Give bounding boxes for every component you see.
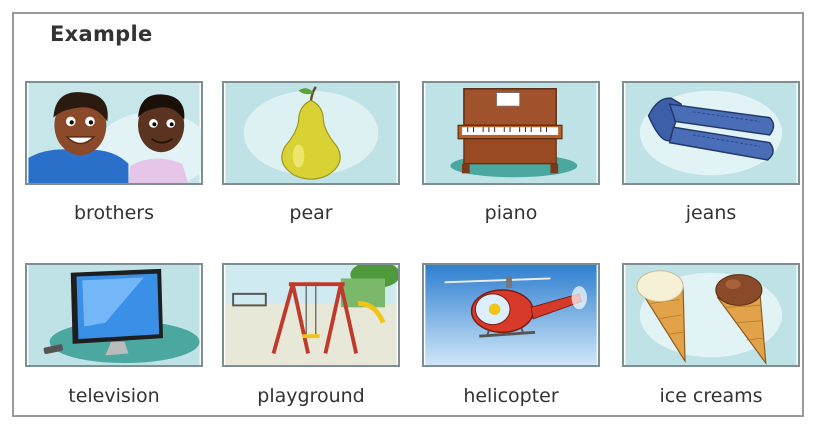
item-label: pear: [289, 202, 333, 224]
playground-picture: [222, 263, 400, 367]
item-label: television: [68, 385, 160, 407]
item-label: helicopter: [463, 385, 559, 407]
jeans-picture: [622, 81, 800, 185]
pear-illustration: [225, 83, 397, 183]
item-label: brothers: [74, 202, 154, 224]
brothers-illustration: [28, 83, 201, 183]
piano-picture: [422, 81, 600, 185]
helicopter-illustration: [425, 265, 597, 365]
pear-picture: [222, 81, 400, 185]
ice-creams-picture: [622, 263, 800, 367]
ice-creams-illustration: [625, 265, 797, 365]
item-label: piano: [484, 202, 538, 224]
playground-illustration: [225, 265, 398, 365]
example-heading: Example: [50, 22, 153, 46]
brothers-picture: [25, 81, 203, 185]
television-picture: [25, 263, 203, 367]
helicopter-picture: [422, 263, 600, 367]
television-illustration: [28, 265, 200, 365]
item-label: playground: [257, 385, 365, 407]
item-label: ice creams: [659, 385, 763, 407]
piano-illustration: [425, 83, 597, 183]
jeans-illustration: [625, 83, 797, 183]
item-label: jeans: [685, 202, 737, 224]
